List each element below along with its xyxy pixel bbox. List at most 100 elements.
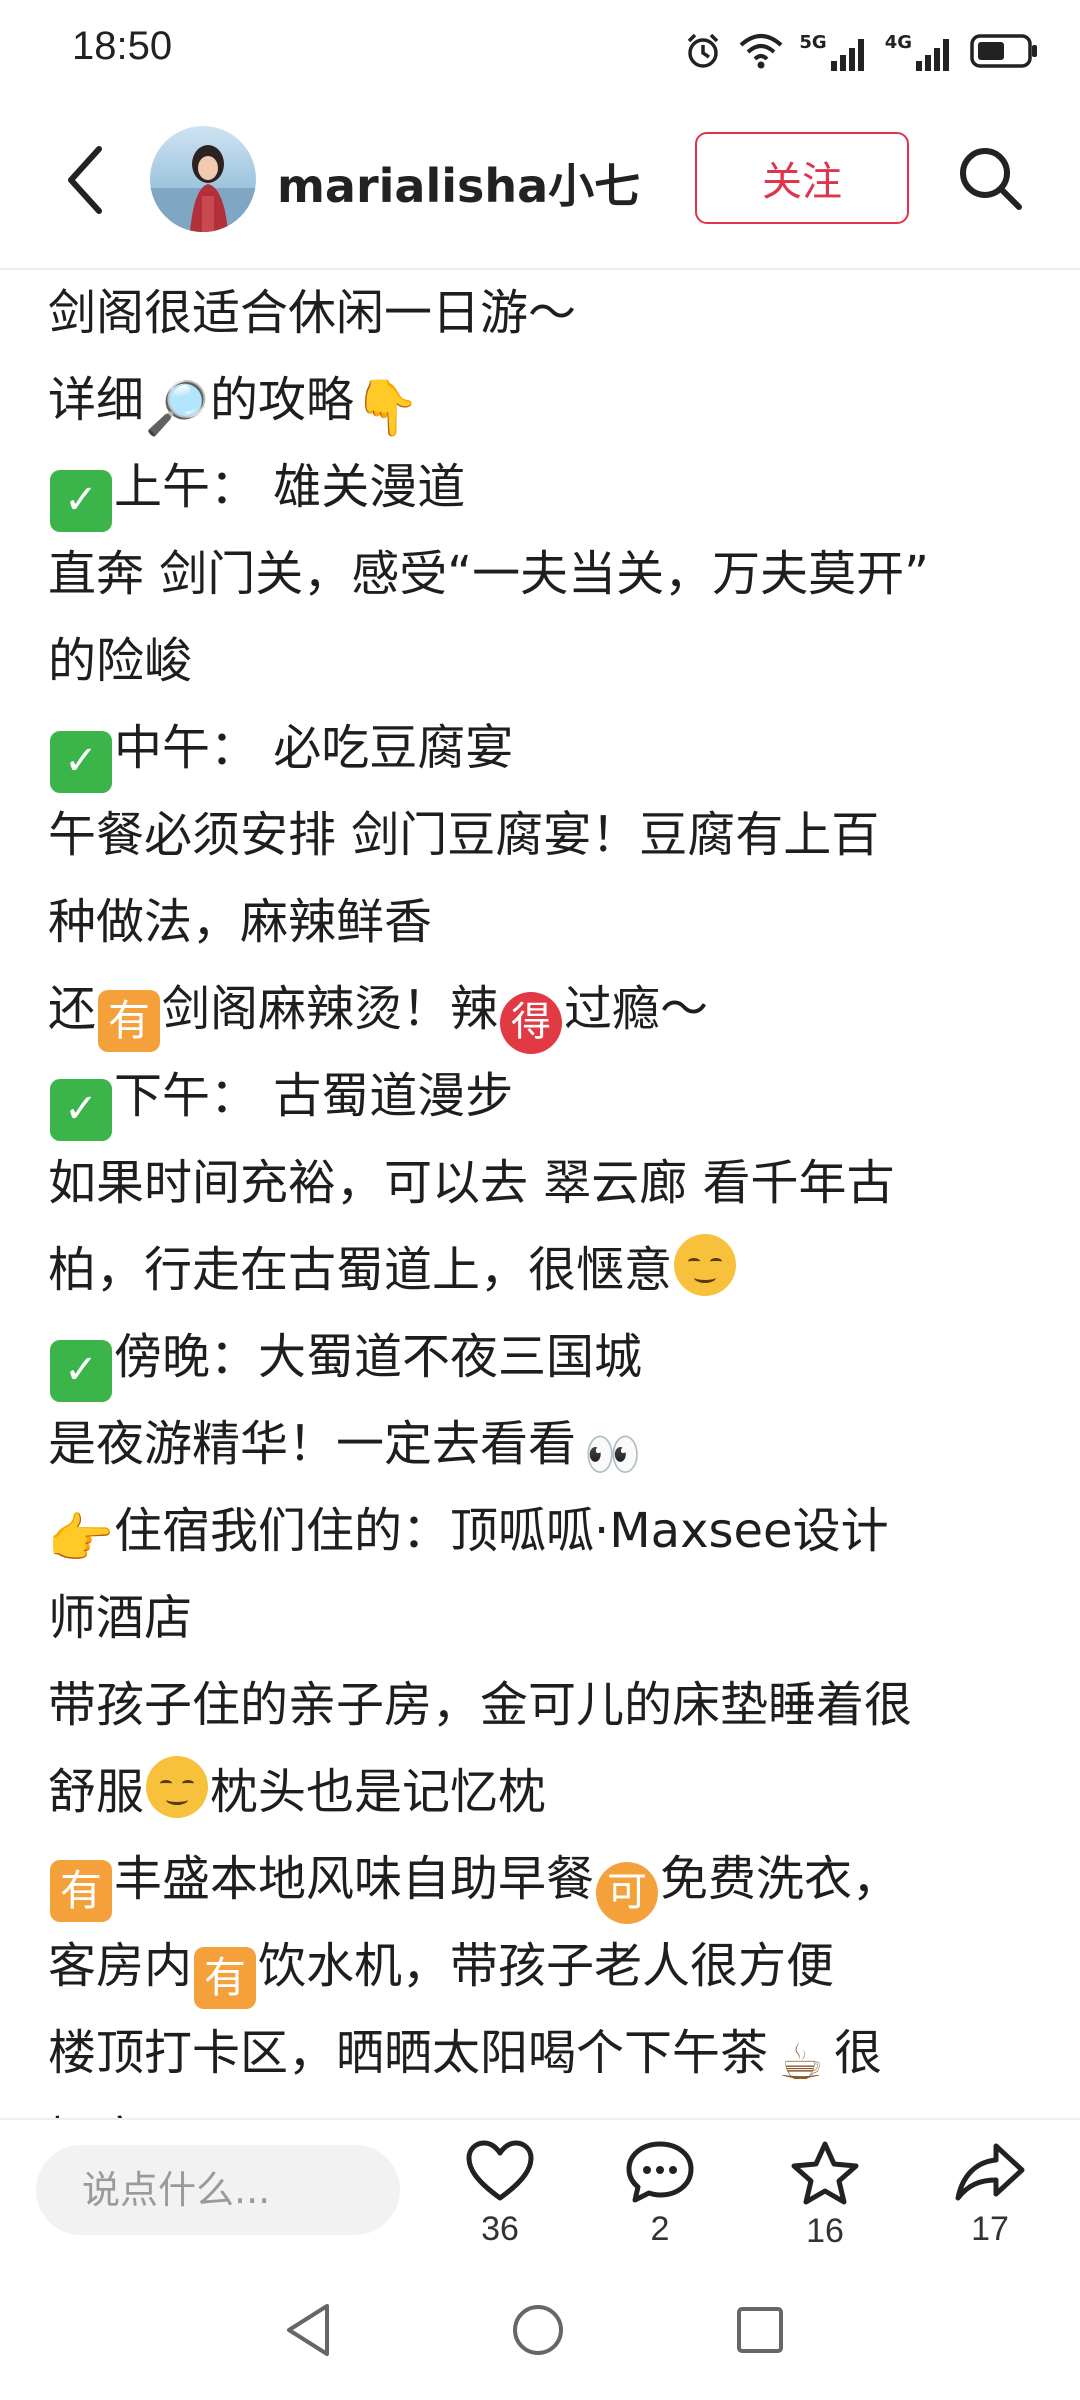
- heart-icon: [466, 2140, 534, 2201]
- content-line: 的险峻: [48, 618, 1038, 705]
- content-line: ✓ 中午： 必吃豆腐宴: [48, 705, 1038, 793]
- text: 饮水机，带孩子老人很方便: [258, 1938, 835, 1994]
- content-line: 种做法，麻辣鲜香: [48, 879, 1038, 966]
- content-line: 惬意: [48, 2097, 1038, 2120]
- relieved-face-icon: [674, 1234, 737, 1296]
- text: 客房内: [48, 1938, 193, 1994]
- content-line: 柏，行走在古蜀道上，很惬意: [48, 1227, 1038, 1314]
- text: 舒服: [48, 1764, 145, 1820]
- system-nav-bar: [0, 2260, 1080, 2400]
- comment-input[interactable]: [36, 2145, 400, 2235]
- relieved-face-icon: [146, 1756, 209, 1818]
- text-prefix: 详细: [48, 372, 145, 428]
- text: 上午： 雄关漫道: [114, 459, 466, 515]
- you-badge-icon: 有: [50, 1859, 112, 1922]
- content-line: 舒服 枕头也是记忆枕: [48, 1749, 1038, 1836]
- network-4g-label: 4G: [884, 31, 912, 53]
- content-line: 师酒店: [48, 1575, 1038, 1662]
- search-icon: [960, 148, 1022, 210]
- text: 中午： 必吃豆腐宴: [114, 720, 514, 776]
- share-button[interactable]: 17: [930, 2140, 1050, 2260]
- share-arrow-icon: [955, 2143, 1025, 2201]
- search-button[interactable]: [950, 138, 1030, 218]
- text: 下午： 古蜀道漫步: [114, 1068, 514, 1124]
- nav-recents-button[interactable]: [720, 2290, 800, 2370]
- de-badge-icon: 得: [500, 991, 563, 1054]
- you-badge-icon: 有: [98, 989, 161, 1052]
- network-5g-label: 5G: [799, 31, 827, 53]
- battery-icon: [970, 33, 1040, 69]
- content-line: 还有剑阁麻辣烫！辣得过瘾～: [48, 966, 1038, 1054]
- content-line: 带孩子住的亲子房，金可儿的床垫睡着很: [48, 1662, 1038, 1749]
- content-line: 👉住宿我们住的：顶呱呱·Maxsee设计: [48, 1488, 1038, 1575]
- coffee-icon: ☕: [778, 2033, 824, 2091]
- text: 剑阁麻辣烫！辣: [162, 981, 499, 1037]
- follow-button[interactable]: 关注: [695, 132, 909, 224]
- text: 是夜游精华！一定去看看: [48, 1416, 577, 1472]
- post-content: 剑阁很适合休闲一日游～ 详细🔎的攻略👇 ✓ 上午： 雄关漫道 直奔 剑门关，感受“…: [48, 270, 1038, 2120]
- bottom-action-bar: 36 2 16 17: [0, 2118, 1080, 2262]
- status-bar: 18:50 5G 4G: [0, 0, 1080, 100]
- comment-button[interactable]: 2: [600, 2140, 720, 2260]
- text: 午餐必须安排 剑门豆腐宴！豆腐有上百: [48, 807, 880, 863]
- check-icon: ✓: [50, 1078, 112, 1141]
- text-prefix: 还: [48, 981, 97, 1037]
- like-button[interactable]: 36: [440, 2140, 560, 2260]
- content-line: ✓ 傍晚：大蜀道不夜三国城: [48, 1314, 1038, 1402]
- avatar[interactable]: [150, 126, 256, 232]
- post-header: marialisha小七 关注: [0, 110, 1080, 260]
- text: 楼顶打卡区，晒晒太阳喝个下午茶: [48, 2025, 769, 2081]
- content-line: 是夜游精华！一定去看看 👀: [48, 1401, 1038, 1488]
- text: 住宿我们住的：顶呱呱·Maxsee设计: [114, 1503, 889, 1559]
- text: 如果时间充裕，可以去 翠云廊 看千年古: [48, 1155, 895, 1211]
- point-right-icon: 👉: [48, 1507, 115, 1570]
- you-badge-icon: 有: [194, 1946, 257, 2009]
- nav-home-button[interactable]: [498, 2290, 578, 2370]
- text: 很: [834, 2025, 883, 2081]
- text: 傍晚：大蜀道不夜三国城: [114, 1329, 643, 1385]
- signal-4g-icon: 4G: [885, 32, 954, 71]
- nav-back-button[interactable]: [268, 2290, 348, 2370]
- content-line: 有丰盛本地风味自助早餐可免费洗衣，: [48, 1836, 1038, 1924]
- status-icons: 5G 4G: [683, 26, 1040, 76]
- text: 剑阁很适合休闲一日游～: [48, 285, 577, 341]
- username[interactable]: marialisha小七: [277, 150, 640, 216]
- text: 的攻略: [210, 372, 355, 428]
- text: 带孩子住的亲子房，金可儿的床垫睡着很: [48, 1677, 913, 1733]
- text: 柏，行走在古蜀道上，很惬意: [48, 1242, 673, 1298]
- content-line: 直奔 剑门关，感受“一夫当关，万夫莫开”: [48, 531, 1038, 618]
- comment-count: 2: [650, 2210, 670, 2248]
- content-line: 详细🔎的攻略👇: [48, 357, 1038, 444]
- signal-5g-icon: 5G: [799, 32, 868, 71]
- text: 种做法，麻辣鲜香: [48, 894, 433, 950]
- point-down-icon: 👇: [353, 376, 421, 439]
- magnifier-icon: 🔎: [144, 379, 210, 439]
- content-line: 楼顶打卡区，晒晒太阳喝个下午茶 ☕ 很: [48, 2010, 1038, 2097]
- content-line: 剑阁很适合休闲一日游～: [48, 270, 1038, 357]
- check-icon: ✓: [50, 1339, 112, 1402]
- text: 丰盛本地风味自助早餐: [114, 1851, 595, 1907]
- ke-badge-icon: 可: [596, 1861, 659, 1924]
- back-button[interactable]: [50, 140, 120, 220]
- back-icon: [68, 146, 102, 214]
- content-line: 客房内有饮水机，带孩子老人很方便: [48, 1923, 1038, 2010]
- square-recents-icon: [737, 2307, 783, 2353]
- text: 枕头也是记忆枕: [210, 1764, 547, 1820]
- content-line: 午餐必须安排 剑门豆腐宴！豆腐有上百: [48, 792, 1038, 879]
- check-icon: ✓: [50, 730, 112, 793]
- favorite-button[interactable]: 16: [765, 2140, 885, 2260]
- text: 直奔 剑门关，感受“一夫当关，万夫莫开”: [48, 546, 929, 602]
- eyes-icon: 👀: [584, 1427, 642, 1481]
- content-line: ✓ 上午： 雄关漫道: [48, 444, 1038, 532]
- wifi-icon: [739, 33, 783, 69]
- star-icon: [791, 2141, 859, 2205]
- favorite-count: 16: [806, 2212, 844, 2250]
- text: 师酒店: [48, 1590, 193, 1646]
- status-time: 18:50: [72, 24, 173, 68]
- circle-home-icon: [513, 2305, 563, 2355]
- text: 的险峻: [48, 633, 193, 689]
- triangle-back-icon: [287, 2304, 329, 2356]
- text: 过瘾～: [564, 981, 709, 1037]
- check-icon: ✓: [50, 469, 112, 532]
- share-count: 17: [971, 2210, 1009, 2248]
